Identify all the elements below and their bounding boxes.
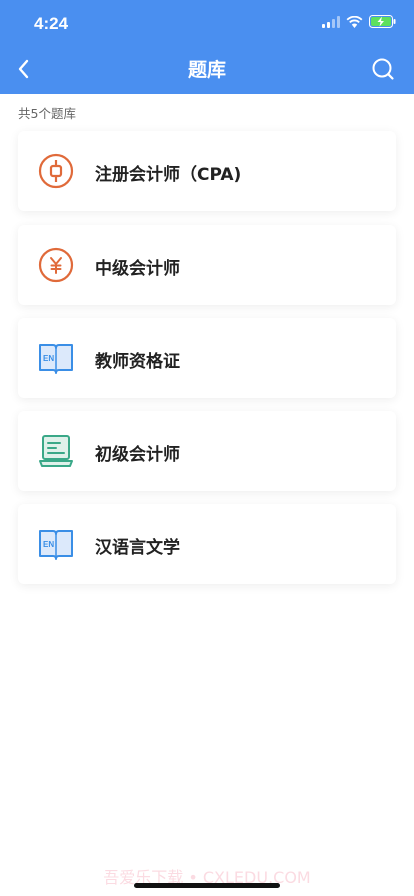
- bank-card-label: 教师资格证: [95, 352, 180, 372]
- status-time: 4:24: [34, 14, 69, 33]
- bank-card-label: 中级会计师: [95, 259, 180, 279]
- bank-card-intermediate-accountant[interactable]: 中级会计师: [18, 225, 396, 305]
- signal-icon: [322, 15, 340, 28]
- search-icon[interactable]: [368, 54, 398, 84]
- bank-card-chinese-literature[interactable]: EN 汉语言文学: [18, 504, 396, 584]
- bank-count-label: 共5个题库: [18, 106, 76, 121]
- cpa-coin-icon: [38, 153, 74, 189]
- status-icons: [322, 15, 396, 28]
- home-indicator[interactable]: [134, 883, 280, 888]
- header: 4:24 题库: [0, 0, 414, 94]
- wifi-icon: [346, 15, 363, 28]
- svg-text:EN: EN: [43, 354, 54, 363]
- battery-charging-icon: [369, 15, 396, 28]
- svg-text:EN: EN: [43, 540, 54, 549]
- bank-card-label: 汉语言文学: [95, 538, 180, 558]
- page-title: 题库: [187, 59, 226, 81]
- bank-card-teacher-cert[interactable]: EN 教师资格证: [18, 318, 396, 398]
- bank-card-label: 初级会计师: [95, 445, 180, 465]
- nav-bar: 题库: [0, 48, 414, 94]
- status-bar: 4:24: [0, 0, 414, 48]
- en-book-icon: EN: [39, 344, 73, 374]
- bank-card-cpa[interactable]: 注册会计师（CPA): [18, 131, 396, 211]
- bank-card-junior-accountant[interactable]: 初级会计师: [18, 411, 396, 491]
- bank-card-label: 注册会计师（CPA): [95, 165, 242, 185]
- laptop-doc-icon: [39, 435, 73, 467]
- en-book-icon: EN: [39, 530, 73, 560]
- yuan-coin-icon: [38, 247, 74, 283]
